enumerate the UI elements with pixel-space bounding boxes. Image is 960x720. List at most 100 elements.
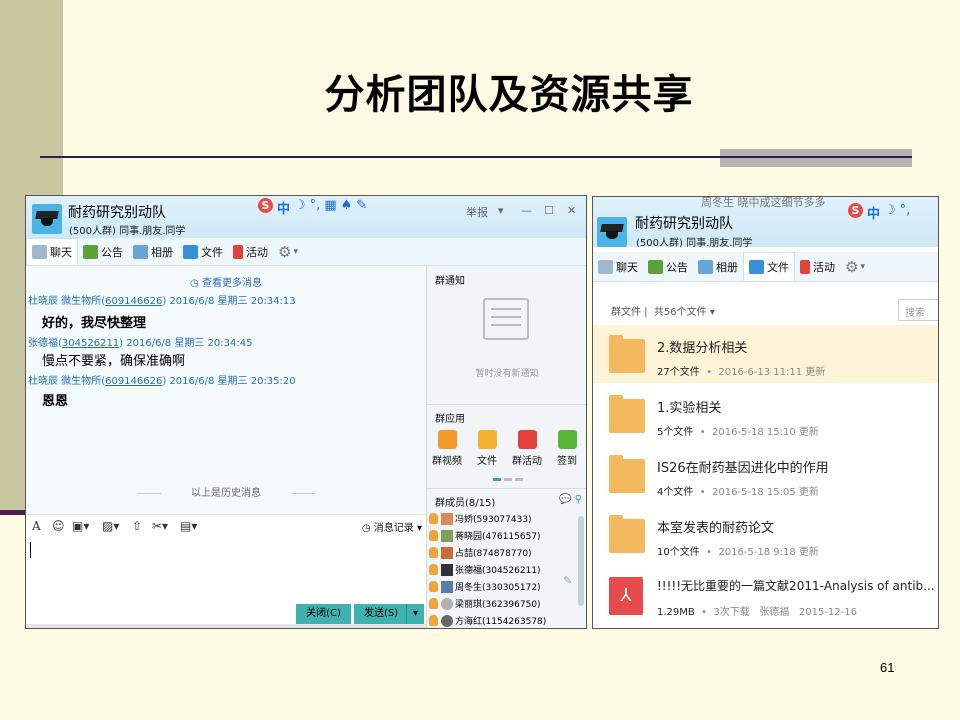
app-video[interactable]: 群视频 xyxy=(428,430,466,467)
member-item[interactable]: 方海红(1154263578) xyxy=(429,612,579,628)
font-icon[interactable]: A xyxy=(32,519,41,533)
ime-chinese-icon[interactable]: 中 xyxy=(277,198,290,217)
tab-activity[interactable]: 活动 xyxy=(228,238,273,265)
breadcrumb: 群文件 | 共56个文件 ▾ xyxy=(611,307,715,318)
ime-chinese-icon[interactable]: 中 xyxy=(867,203,880,222)
app-files[interactable]: 文件 xyxy=(468,430,506,467)
chat-icon xyxy=(32,245,47,259)
file-row[interactable]: 1.实验相关 5个文件 • 2016-5-18 15:10 更新 xyxy=(593,385,938,443)
red-flag-icon xyxy=(233,244,243,259)
maximize-icon[interactable]: ☐ xyxy=(544,204,554,217)
chevron-down-icon: ▾ xyxy=(413,523,422,534)
member-item[interactable]: 周冬生(330305172) xyxy=(429,578,579,595)
crumb-root[interactable]: 群文件 xyxy=(611,307,641,318)
qq-link[interactable]: 609146626 xyxy=(105,296,162,307)
qq-link[interactable]: 609146626 xyxy=(105,376,162,387)
input-toolbar: A ☺ ▣▾ ▨▾ ⇧ ✂▾ ▤▾ ◷ 消息记录 ▾ xyxy=(26,514,426,536)
settings-menu[interactable]: ⚙ ▾ xyxy=(840,252,870,281)
ime-toolbar: S 中 ☽ °, ▦ ♠ ✎ xyxy=(258,198,367,217)
member-status-icon xyxy=(429,564,438,575)
file-row[interactable]: 2.数据分析相关 27个文件 • 2016-6-13 11:11 更新 xyxy=(593,325,938,383)
group-description: (500人群) 同事.朋友.同学 xyxy=(69,226,186,237)
tab-files[interactable]: 文件 xyxy=(743,252,795,281)
file-row[interactable]: IS26在耐药基因进化中的作用 4个文件 • 2016-5-18 15:05 更… xyxy=(593,445,938,503)
tab-notice[interactable]: 公告 xyxy=(643,252,693,281)
more-messages-link[interactable]: ◷ 查看更多消息 xyxy=(26,274,426,289)
tab-album[interactable]: 相册 xyxy=(128,238,178,265)
message-input[interactable] xyxy=(26,536,426,606)
chat-icon xyxy=(598,259,613,274)
chevron-down-icon: ▾ xyxy=(293,246,298,257)
tab-files[interactable]: 文件 xyxy=(178,238,228,265)
report-link[interactable]: 举报 xyxy=(466,204,488,220)
member-status-icon xyxy=(429,615,438,626)
gift-icon[interactable]: ▣▾ xyxy=(72,519,89,533)
sogou-icon[interactable]: S xyxy=(258,198,273,213)
group-apps: 群视频 文件 群活动 签到 xyxy=(427,430,586,467)
message-body: 恩恩 xyxy=(42,394,69,409)
group-avatar[interactable] xyxy=(32,204,62,234)
punctuation-icon[interactable]: °, xyxy=(310,198,321,217)
photo-icon xyxy=(698,259,713,274)
scissors-icon[interactable]: ✂▾ xyxy=(152,519,168,533)
app-checkin[interactable]: 签到 xyxy=(548,430,586,467)
notice-icon xyxy=(483,298,529,340)
search-icon[interactable]: ⚲ xyxy=(575,494,582,505)
file-meta: 4个文件 • 2016-5-18 15:05 更新 xyxy=(657,487,819,498)
avatar xyxy=(441,580,453,593)
member-item[interactable]: 冯娇(593077433) xyxy=(429,510,579,527)
member-item[interactable]: 蒋晓园(476115657) xyxy=(429,527,579,544)
message-record-button[interactable]: ◷ 消息记录 ▾ xyxy=(362,519,422,534)
group-sidebar: 群通知 暂时没有新通知 群应用 群视频 文件 群活动 签到 群成员(8/15) … xyxy=(426,266,586,628)
close-icon[interactable]: ✕ xyxy=(567,204,576,217)
edit-icon[interactable]: ✎ xyxy=(563,574,572,587)
group-description: (500人群) 同事.朋友.同学 xyxy=(636,238,753,249)
file-row[interactable]: 本室发表的耐药论文 10个文件 • 2016-5-18 9:18 更新 xyxy=(593,505,938,563)
close-button[interactable]: 关闭(C) xyxy=(296,604,351,624)
tab-chat[interactable]: 聊天 xyxy=(26,238,78,265)
member-scrollbar[interactable] xyxy=(578,516,584,606)
member-list: 冯娇(593077433) 蒋晓园(476115657) 占喆(87487877… xyxy=(429,510,579,628)
member-item[interactable]: 占喆(874878770) xyxy=(429,544,579,561)
file-meta: 27个文件 • 2016-6-13 11:11 更新 xyxy=(657,367,826,378)
file-search-input[interactable]: 搜索 xyxy=(898,299,938,321)
qq-link[interactable]: 304526211 xyxy=(62,338,119,349)
member-item[interactable]: 梁丽琪(362396750) xyxy=(429,595,579,612)
notice-title: 群通知 xyxy=(435,276,465,287)
send-options-icon[interactable]: ▾ xyxy=(406,604,424,624)
file-row[interactable]: ⅄ !!!!!无比重要的一篇文献2011-Analysis of antib..… xyxy=(593,565,938,623)
image-icon[interactable]: ▨▾ xyxy=(102,519,119,533)
page-indicator xyxy=(493,478,523,481)
files-window-screenshot: 周冬生 晓中成这细节多多 耐药研究别动队 (500人群) 同事.朋友.同学 S … xyxy=(592,196,939,629)
emoji-icon[interactable]: ☺ xyxy=(52,519,65,533)
tab-activity[interactable]: 活动 xyxy=(795,252,840,281)
punctuation-icon[interactable]: °, xyxy=(900,203,911,222)
pdf-icon: ⅄ xyxy=(609,577,643,615)
tab-notice[interactable]: 公告 xyxy=(78,238,128,265)
group-avatar[interactable] xyxy=(597,217,627,247)
chat-bubble-icon[interactable]: 💬 xyxy=(559,494,571,505)
folder-icon xyxy=(609,335,645,373)
message-header: 张德福(304526211) 2016/6/8 星期三 20:34:45 xyxy=(28,338,253,349)
halfwidth-icon[interactable]: ☽ xyxy=(294,198,306,217)
sogou-icon[interactable]: S xyxy=(848,203,863,218)
keyboard-icon[interactable]: ▦ xyxy=(324,198,336,217)
wrench-icon[interactable]: ✎ xyxy=(356,198,367,217)
tab-chat[interactable]: 聊天 xyxy=(593,252,643,281)
minimize-icon[interactable]: — xyxy=(521,204,532,217)
chat-history[interactable]: ◷ 查看更多消息 杜晓辰 微生物所(609146626) 2016/6/8 星期… xyxy=(26,266,426,514)
more-icon[interactable]: ▤▾ xyxy=(180,519,197,533)
tab-album[interactable]: 相册 xyxy=(693,252,743,281)
halfwidth-icon[interactable]: ☽ xyxy=(884,203,896,222)
upload-icon[interactable]: ⇧ xyxy=(132,519,142,533)
app-activity[interactable]: 群活动 xyxy=(508,430,546,467)
folder-icon xyxy=(183,244,198,259)
dropdown-icon[interactable]: ▾ xyxy=(498,204,504,217)
member-item[interactable]: 张德福(304526211) xyxy=(429,561,579,578)
folder-icon xyxy=(477,430,497,449)
members-title: 群成员(8/15) xyxy=(435,498,496,509)
file-count[interactable]: 共56个文件 xyxy=(654,307,707,318)
send-button[interactable]: 发送(S) ▾ xyxy=(354,604,424,624)
settings-menu[interactable]: ⚙ ▾ xyxy=(273,238,303,265)
skin-icon[interactable]: ♠ xyxy=(341,198,353,217)
